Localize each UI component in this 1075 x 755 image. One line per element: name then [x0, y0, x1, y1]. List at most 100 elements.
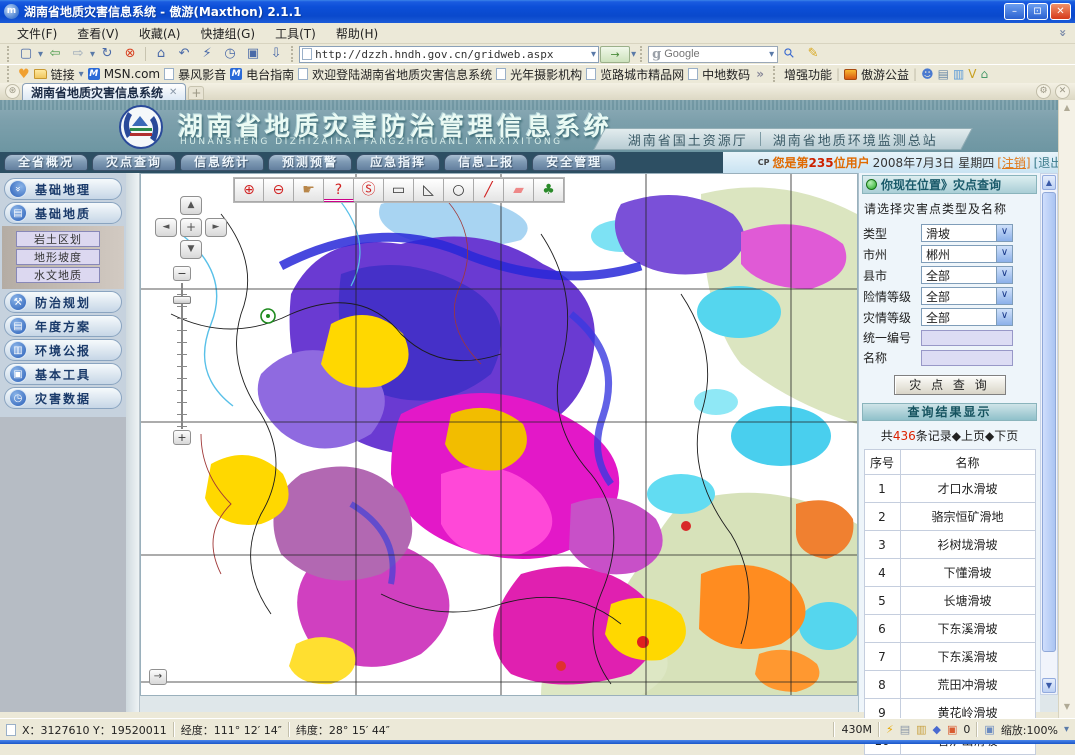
profile-icon[interactable]: ☻ [921, 67, 934, 81]
restore-button[interactable]: ⊡ [1027, 3, 1048, 20]
nav-tab-hazard-query[interactable]: 灾点查询 [92, 154, 176, 171]
pan-right-button[interactable]: ► [205, 218, 227, 237]
sidebar-item-prevention-planning[interactable]: ⚒ 防治规划 [4, 291, 122, 313]
scroll-down-icon[interactable]: ▼ [1042, 678, 1056, 693]
scrollbar-thumb[interactable] [1042, 192, 1056, 652]
panel-scrollbar[interactable]: ▲ ▼ [1040, 173, 1058, 695]
maxthon-charity-label[interactable]: 傲游公益 [861, 66, 909, 83]
geological-map[interactable] [141, 174, 857, 695]
notes-icon[interactable]: ▥ [953, 67, 964, 81]
menu-file[interactable]: 文件(F) [8, 23, 66, 44]
sidebar-item-base-geography[interactable]: » 基础地理 [4, 178, 122, 200]
nav-tab-statistics[interactable]: 信息统计 [180, 154, 264, 171]
sidebar-item-basic-tools[interactable]: ▣ 基本工具 [4, 363, 122, 385]
menu-view[interactable]: 查看(V) [68, 23, 128, 44]
enhance-features-label[interactable]: 增强功能 [784, 66, 832, 83]
hazard-query-button[interactable]: 灾 点 查 询 [894, 375, 1006, 395]
undo-icon[interactable]: ↶ [173, 45, 195, 63]
pan-down-button[interactable]: ▼ [180, 240, 202, 259]
address-bar[interactable]: ▾ [299, 46, 599, 63]
link-land-resources-dept[interactable]: 湖南省国土资源厅 [616, 130, 760, 149]
close-button[interactable]: ✕ [1050, 3, 1071, 20]
link-msn[interactable]: MSN.com [104, 67, 160, 81]
table-row[interactable]: 4下懂滑坡 [864, 559, 1035, 587]
link-zhongdi-digital[interactable]: 中地数码 [702, 66, 750, 83]
forward-icon[interactable]: ⇨ [67, 45, 89, 63]
go-button[interactable]: → [600, 46, 630, 63]
tab-active[interactable]: 湖南省地质灾害信息系统 ✕ [22, 83, 186, 100]
table-row[interactable]: 1才口水滑坡 [864, 475, 1035, 503]
next-page-link[interactable]: ◆下页 [985, 429, 1018, 443]
new-tab-button[interactable]: + [188, 86, 204, 100]
zoom-slider-handle[interactable] [173, 296, 191, 304]
go-dropdown-icon[interactable]: ▾ [631, 49, 636, 60]
links-folder-label[interactable]: 链接 [51, 66, 75, 83]
sidebar-item-annual-plan[interactable]: ▤ 年度方案 [4, 315, 122, 337]
scale-tool-button[interactable]: Ⓢ [354, 178, 384, 202]
disaster-level-select[interactable]: 全部∨ [921, 308, 1013, 326]
download-icon[interactable]: ⇩ [265, 45, 287, 63]
table-row[interactable]: 2骆宗恒矿滑地 [864, 503, 1035, 531]
links-dropdown-icon[interactable]: ▾ [79, 69, 84, 80]
flash-blocker-icon[interactable]: ⚡ [886, 723, 894, 736]
zoom-level[interactable]: 缩放:100% [1001, 722, 1058, 738]
search-bar[interactable]: g ▾ [648, 46, 778, 63]
menu-help[interactable]: 帮助(H) [327, 23, 387, 44]
tab-close-icon[interactable]: ✕ [169, 87, 177, 98]
table-row[interactable]: 8荒田冲滑坡 [864, 671, 1035, 699]
pan-tool-button[interactable]: ☛ [294, 178, 324, 202]
back-icon[interactable]: ⇦ [44, 45, 66, 63]
frames-icon[interactable]: ▣ [242, 45, 264, 63]
menu-groups[interactable]: 快捷组(G) [191, 23, 264, 44]
skin-icon[interactable]: ⌂ [981, 67, 989, 81]
tools-round-button[interactable]: ⚙ [1036, 84, 1051, 99]
link-hunan-geohazard[interactable]: 欢迎登陆湖南省地质灾害信息系统 [312, 66, 492, 83]
link-geo-env-monitoring[interactable]: 湖南省地质环境监测总站 [761, 130, 950, 149]
link-lanlu-city[interactable]: 览路城市精品网 [600, 66, 684, 83]
circle-select-tool-button[interactable]: ○ [444, 178, 474, 202]
rect-select-tool-button[interactable]: ▭ [384, 178, 414, 202]
table-row[interactable]: 3衫树垅滑坡 [864, 531, 1035, 559]
pan-up-button[interactable]: ▲ [180, 196, 202, 215]
sidebar-splitter[interactable] [126, 173, 140, 712]
refresh-icon[interactable]: ↻ [96, 45, 118, 63]
sidebar-item-disaster-data[interactable]: ◷ 灾害数据 [4, 387, 122, 409]
type-select[interactable]: 滑坡∨ [921, 224, 1013, 242]
download-folder-icon[interactable]: ▥ [916, 723, 926, 736]
zoom-dropdown-icon[interactable]: ▾ [1064, 724, 1069, 735]
favorites-heart-icon[interactable]: ♥ [18, 67, 30, 82]
logout-link[interactable]: [注销] [997, 154, 1030, 171]
history-dropdown-icon[interactable]: ▾ [90, 49, 95, 60]
slider-zoom-in-button[interactable]: + [173, 430, 191, 445]
search-input[interactable] [664, 48, 766, 60]
highlight-icon[interactable]: ✎ [802, 45, 824, 63]
search-engine-dropdown-icon[interactable]: ▾ [769, 49, 774, 60]
browser-scrollbar[interactable]: ▲ ▼ [1058, 100, 1075, 718]
submenu-terrain-slope[interactable]: 地形坡度 [16, 249, 100, 265]
polygon-select-tool-button[interactable]: ◺ [414, 178, 444, 202]
nav-tab-security-admin[interactable]: 安全管理 [532, 154, 616, 171]
submenu-hydrogeology[interactable]: 水文地质 [16, 267, 100, 283]
window-split-icon[interactable]: ▤ [938, 67, 949, 81]
unified-code-input[interactable] [921, 330, 1013, 346]
city-select[interactable]: 郴州∨ [921, 245, 1013, 263]
sidebar-item-env-bulletin[interactable]: ▥ 环境公报 [4, 339, 122, 361]
links-folder-icon[interactable] [34, 69, 47, 79]
risk-level-select[interactable]: 全部∨ [921, 287, 1013, 305]
distance-tool-button[interactable]: ╱ [474, 178, 504, 202]
table-row[interactable]: 6下东溪滑坡 [864, 615, 1035, 643]
links-overflow-icon[interactable]: » [756, 67, 764, 81]
slider-zoom-out-button[interactable]: − [173, 266, 191, 281]
zoom-in-tool-button[interactable]: ⊕ [234, 178, 264, 202]
pan-center-button[interactable]: + [180, 218, 202, 237]
new-page-dropdown-icon[interactable]: ▾ [38, 49, 43, 60]
name-input[interactable] [921, 350, 1013, 366]
minimize-button[interactable]: – [1004, 3, 1025, 20]
nav-tab-forecast-warning[interactable]: 预测预警 [268, 154, 352, 171]
nav-tab-info-report[interactable]: 信息上报 [444, 154, 528, 171]
menu-tools[interactable]: 工具(T) [266, 23, 325, 44]
tab-list-button[interactable]: ⊛ [5, 84, 20, 99]
history-icon[interactable]: ◷ [219, 45, 241, 63]
layer-tree-tool-button[interactable]: ♣ [534, 178, 564, 202]
link-radio-guide[interactable]: 电台指南 [246, 66, 294, 83]
